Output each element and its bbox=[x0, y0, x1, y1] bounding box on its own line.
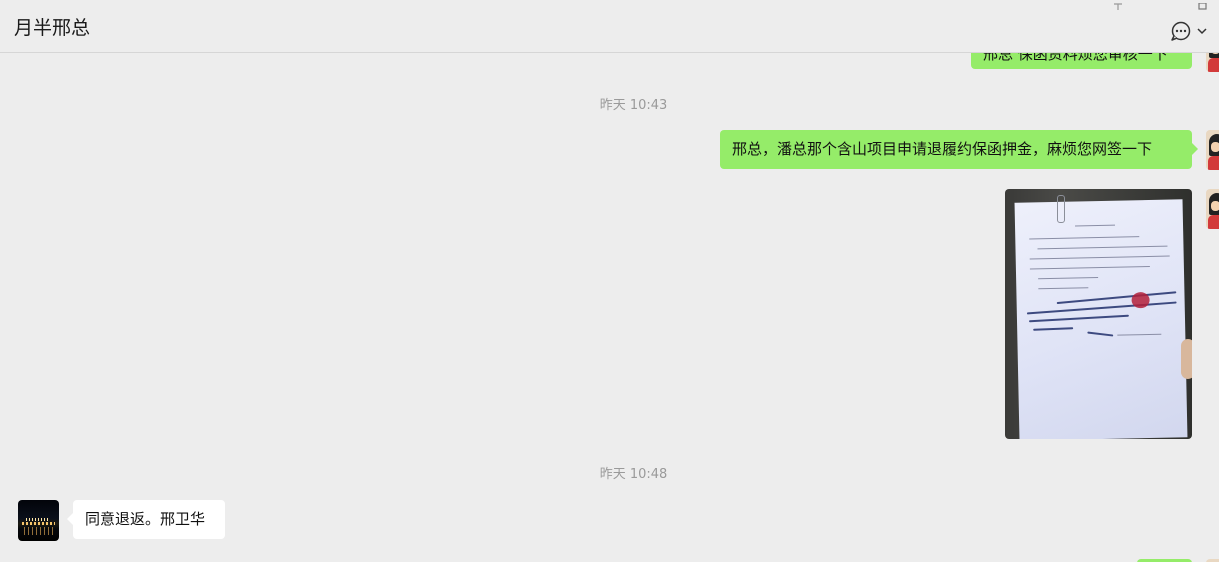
message-bubble-sent[interactable]: 邢总 保函资料烦您审核一下 bbox=[971, 53, 1192, 69]
chevron-down-icon bbox=[1197, 28, 1207, 35]
my-avatar[interactable] bbox=[1206, 53, 1219, 72]
chat-title: 月半邢总 bbox=[14, 17, 91, 39]
document-photo bbox=[1014, 199, 1188, 439]
red-seal bbox=[1131, 291, 1150, 309]
window-controls bbox=[1112, 0, 1124, 15]
contact-avatar[interactable] bbox=[18, 500, 59, 541]
image-message[interactable] bbox=[1005, 189, 1192, 439]
message-text: 邢总，潘总那个含山项目申请退履约保函押金，麻烦您网签一下 bbox=[732, 140, 1153, 158]
message-text: 邢总 保函资料烦您审核一下 bbox=[983, 53, 1168, 63]
timestamp: 昨天 10:43 bbox=[599, 98, 668, 113]
timestamp: 昨天 10:48 bbox=[599, 467, 668, 482]
message-list[interactable]: 邢总 保函资料烦您审核一下 昨天 10:43 邢总，潘总那个含山项目申请退履约保… bbox=[0, 53, 1219, 562]
message-bubble-sent[interactable]: 邢总，潘总那个含山项目申请退履约保函押金，麻烦您网签一下 bbox=[720, 130, 1198, 169]
my-avatar[interactable] bbox=[1206, 189, 1219, 229]
message-bubble-received[interactable]: 同意退返。邢卫华 bbox=[67, 500, 225, 539]
pin-icon[interactable] bbox=[1112, 3, 1124, 11]
chat-bubble-ellipsis-icon bbox=[1171, 21, 1191, 41]
my-avatar[interactable] bbox=[1206, 130, 1219, 170]
paperclip bbox=[1057, 195, 1065, 223]
window-button[interactable] bbox=[1198, 0, 1208, 15]
message-text: 同意退返。邢卫华 bbox=[85, 510, 206, 528]
chat-more-button[interactable] bbox=[1168, 20, 1212, 42]
chat-header: 月半邢总 bbox=[0, 0, 1219, 53]
